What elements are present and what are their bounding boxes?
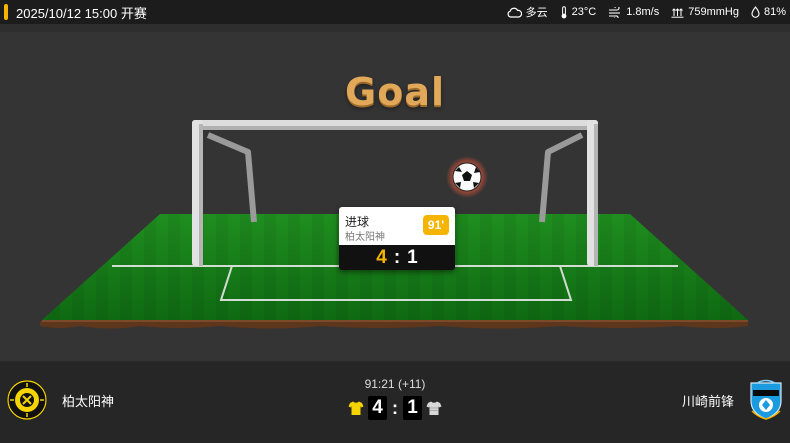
weather-humidity: 81% (751, 6, 786, 18)
weather-temperature: 23°C (560, 5, 597, 19)
kickoff-time: 2025/10/12 15:00 开赛 (16, 5, 147, 21)
weather-wind: 1.8m/s (608, 6, 659, 18)
pitch-soil-edge (40, 320, 748, 329)
home-score: 4 (368, 396, 387, 420)
pressure-label: 759mmHg (688, 6, 739, 18)
weather-pressure: 759mmHg (671, 6, 739, 18)
event-score-separator: : (393, 246, 401, 268)
home-jersey-icon (348, 401, 364, 415)
wind-label: 1.8m/s (626, 6, 660, 18)
cloud-icon (507, 7, 522, 18)
goal-event-card: 进球 柏太阳神 91' 4 : 1 (339, 207, 455, 270)
top-bar: 2025/10/12 15:00 开赛 多云 23°C 1.8m/s 759mm… (0, 0, 790, 24)
weather-info: 多云 23°C 1.8m/s 759mmHg 81% (507, 0, 786, 24)
weather-condition-label: 多云 (525, 7, 548, 19)
event-info: 进球 柏太阳神 91' (339, 207, 455, 245)
event-team: 柏太阳神 (345, 232, 385, 243)
away-score: 1 (403, 396, 422, 420)
kashiwa-reysol-crest-icon (7, 380, 47, 420)
away-team-name: 川崎前锋 (681, 393, 734, 409)
match-clock: 91:21 (+11) (364, 377, 426, 391)
event-minute-badge: 91' (423, 215, 449, 235)
away-jersey-icon (426, 401, 442, 415)
home-team[interactable]: 柏太阳神 (6, 379, 114, 421)
live-animation-stage: Goal 进球 柏太阳神 91' 4 : 1 (0, 32, 790, 361)
scoreboard-bar: 柏太阳神 91:21 (+11) 4 : 1 川崎前锋 (0, 361, 790, 443)
score-separator: : (392, 397, 398, 418)
home-team-name: 柏太阳神 (62, 393, 115, 409)
kawasaki-frontale-crest-icon (750, 379, 782, 420)
humidity-label: 81% (763, 6, 786, 18)
match-score: 4 : 1 (320, 396, 470, 420)
soccer-ball-icon (446, 156, 488, 198)
away-team[interactable]: 川崎前锋 (682, 379, 784, 421)
accent-marker (4, 4, 8, 20)
event-score: 4 : 1 (339, 245, 455, 270)
thermometer-icon (561, 5, 567, 18)
pressure-icon (671, 7, 684, 18)
temperature-label: 23°C (571, 6, 597, 18)
wind-icon (609, 6, 621, 18)
goal-animation-title: Goal (345, 70, 445, 114)
event-home-score: 4 (376, 246, 387, 268)
weather-condition: 多云 (507, 4, 548, 20)
match-center-info: 91:21 (+11) 4 : 1 (320, 377, 470, 420)
event-away-score: 1 (407, 246, 418, 268)
droplet-icon (751, 6, 760, 18)
